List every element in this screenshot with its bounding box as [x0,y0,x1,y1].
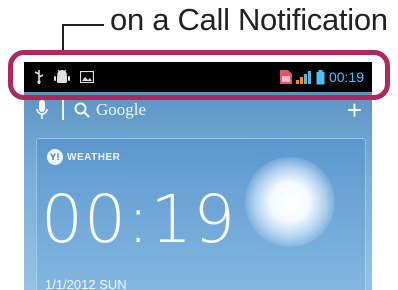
add-icon[interactable]: + [347,97,362,123]
weather-brand: Y! WEATHER [47,149,120,165]
weather-clock-widget[interactable]: Y! WEATHER 00:19 1/1/2012 SUN [36,138,366,290]
sun-graphic [245,157,335,247]
weather-brand-label: WEATHER [67,151,121,163]
callout-label: on a Call Notification [110,2,388,37]
status-bar-highlight [8,50,390,100]
microphone-icon[interactable] [36,100,48,120]
callout-line [62,24,104,26]
brand-logo: Y! [47,149,63,165]
callout-connector [62,24,64,52]
search-label[interactable]: Google [96,100,146,120]
widget-date: 1/1/2012 SUN [45,277,127,290]
widget-time: 00:19 [41,181,237,258]
search-icon[interactable] [74,102,90,118]
home-screen: Google + Y! WEATHER 00:19 1/1/2012 SUN [24,92,372,290]
search-separator [62,100,64,120]
